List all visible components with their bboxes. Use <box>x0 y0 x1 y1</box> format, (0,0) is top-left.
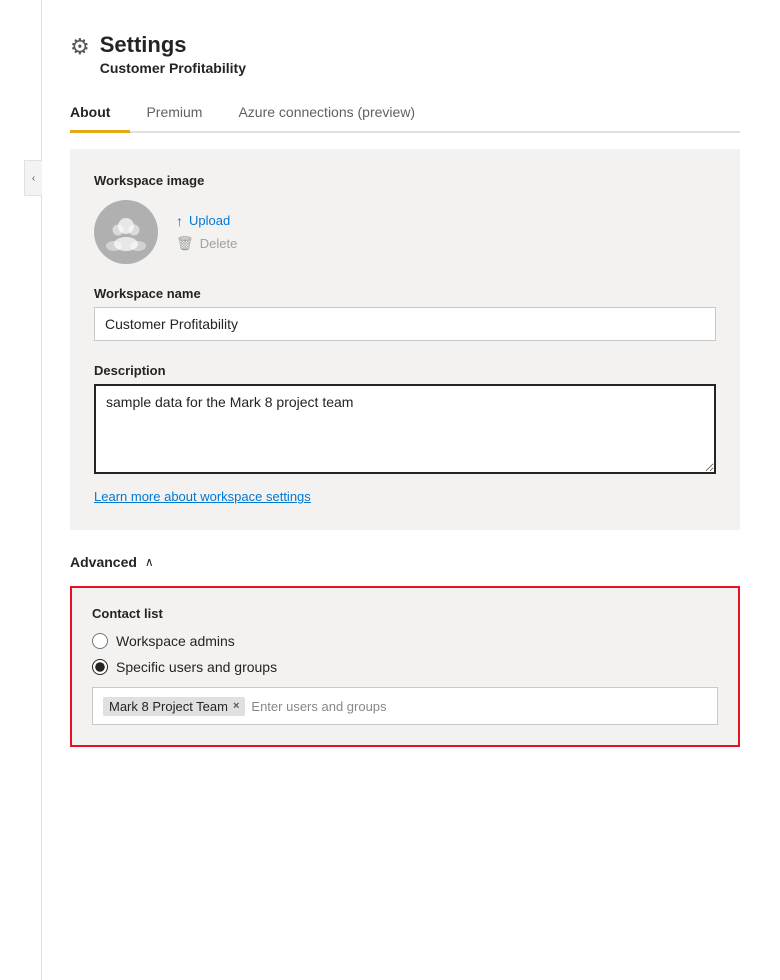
radio-workspace-admins[interactable]: Workspace admins <box>92 633 718 649</box>
workspace-name-label: Workspace name <box>94 286 716 301</box>
description-label: Description <box>94 363 716 378</box>
tab-premium[interactable]: Premium <box>146 94 222 133</box>
left-sidebar: ‹ <box>0 0 42 980</box>
workspace-image-label: Workspace image <box>94 173 716 188</box>
page-header: ⚙ Settings Customer Profitability <box>70 32 740 76</box>
about-section: Workspace image ↑ Upload 🗑 <box>70 149 740 530</box>
image-actions: ↑ Upload 🗑 Delete <box>176 213 237 252</box>
tag-close-button[interactable]: × <box>233 701 239 712</box>
avatar-svg <box>104 210 148 254</box>
header-text: Settings Customer Profitability <box>100 32 246 76</box>
workspace-avatar <box>94 200 158 264</box>
tabs-bar: About Premium Azure connections (preview… <box>70 94 740 133</box>
tab-about[interactable]: About <box>70 94 130 133</box>
workspace-name-input[interactable] <box>94 307 716 341</box>
delete-icon: 🗑 <box>176 235 194 252</box>
users-input-box[interactable]: Mark 8 Project Team × Enter users and gr… <box>92 687 718 725</box>
user-tag: Mark 8 Project Team × <box>103 697 245 716</box>
radio-specific-users-label: Specific users and groups <box>116 659 277 675</box>
upload-button[interactable]: ↑ Upload <box>176 213 237 229</box>
learn-more-link[interactable]: Learn more about workspace settings <box>94 489 311 504</box>
sidebar-collapse-arrow[interactable]: ‹ <box>24 160 42 196</box>
delete-button[interactable]: 🗑 Delete <box>176 235 237 252</box>
tag-label: Mark 8 Project Team <box>109 699 228 714</box>
gear-icon: ⚙ <box>70 34 90 60</box>
contact-list-box: Contact list Workspace admins Specific u… <box>70 586 740 747</box>
radio-workspace-admins-input[interactable] <box>92 633 108 649</box>
radio-workspace-admins-label: Workspace admins <box>116 633 235 649</box>
description-section: Description sample data for the Mark 8 p… <box>94 363 716 479</box>
tab-azure-connections[interactable]: Azure connections (preview) <box>238 94 435 133</box>
advanced-label: Advanced <box>70 554 137 570</box>
advanced-section: Advanced ∧ Contact list Workspace admins… <box>70 554 740 747</box>
page-subtitle: Customer Profitability <box>100 60 246 76</box>
users-placeholder: Enter users and groups <box>251 699 386 714</box>
radio-specific-users-input[interactable] <box>92 659 108 675</box>
contact-list-label: Contact list <box>92 606 718 621</box>
advanced-header[interactable]: Advanced ∧ <box>70 554 740 570</box>
chevron-up-icon: ∧ <box>145 555 154 569</box>
upload-icon: ↑ <box>176 213 183 229</box>
radio-specific-users[interactable]: Specific users and groups <box>92 659 718 675</box>
page-title: Settings <box>100 32 246 58</box>
main-content: ⚙ Settings Customer Profitability About … <box>42 0 780 980</box>
workspace-name-section: Workspace name <box>94 286 716 341</box>
description-input[interactable]: sample data for the Mark 8 project team <box>94 384 716 474</box>
workspace-image-row: ↑ Upload 🗑 Delete <box>94 200 716 264</box>
